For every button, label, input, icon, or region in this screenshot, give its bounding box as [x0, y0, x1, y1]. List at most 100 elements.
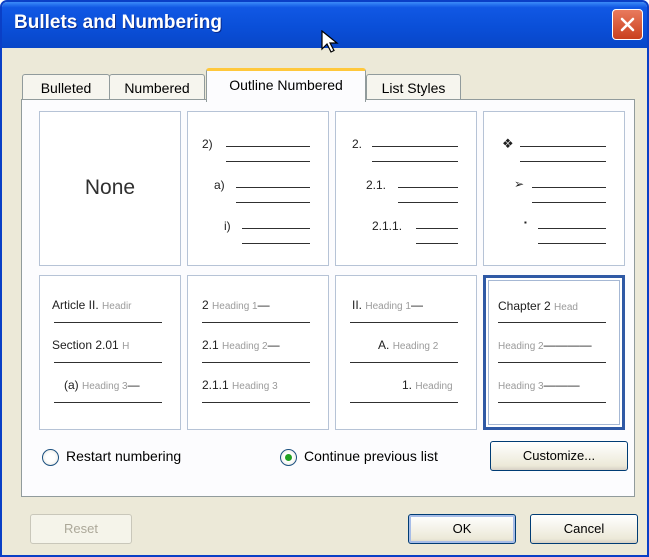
preview-line: [416, 228, 458, 229]
tab-outline-numbered[interactable]: Outline Numbered: [206, 68, 366, 102]
level1-heading: Head: [554, 302, 578, 313]
preview-line: [398, 202, 458, 203]
preview-line: [498, 402, 606, 403]
level2-number: 2.1: [202, 338, 219, 352]
outline-option-heading-decimal[interactable]: 2 Heading 1— 2.1 Heading 2— 2.1.1 Headin…: [187, 275, 329, 430]
level1-heading: Heading 1: [212, 301, 258, 312]
restart-numbering-radio[interactable]: [42, 449, 59, 466]
continue-previous-list-radio[interactable]: [280, 449, 297, 466]
level2-heading: Heading 2: [392, 341, 439, 352]
level1-label: 2.: [352, 137, 363, 151]
outline-option-roman-letter[interactable]: II. Heading 1— A. Heading 2 1. Heading: [335, 275, 477, 430]
restart-numbering-label[interactable]: Restart numbering: [66, 448, 181, 464]
preview-line: [398, 187, 458, 188]
bullets-and-numbering-dialog: Bullets and Numbering Bulleted Numbered …: [0, 0, 649, 557]
level2-label: 2.1.: [366, 178, 387, 192]
ok-button-label: OK: [452, 521, 472, 536]
level1-label: 2 Heading 1—: [202, 298, 270, 312]
outline-option-paren[interactable]: 2) a) i): [187, 111, 329, 266]
level3-heading: Heading 3: [232, 381, 278, 392]
preview-line: [226, 146, 310, 147]
level2-label: A. Heading 2: [378, 338, 438, 352]
level1-label: II. Heading 1—: [352, 298, 423, 312]
level3-label: 2.1.1 Heading 3: [202, 378, 278, 392]
level2-heading: H: [122, 341, 130, 352]
preview-line: [350, 402, 458, 403]
outline-gallery: None 2) a) i) 2. 2.1. 2.1.1. ❖ ➢ ▪ Artic…: [39, 111, 628, 431]
preview-line: [202, 322, 310, 323]
tab-numbered[interactable]: Numbered: [109, 74, 205, 101]
level2-label: Section 2.01 H: [52, 338, 129, 352]
level2-number: A.: [378, 338, 390, 352]
level3-heading: Heading 3: [82, 381, 128, 392]
preview-line: [242, 243, 310, 244]
level2-label: a): [214, 178, 225, 192]
arrow-bullet-icon: ➢: [514, 177, 525, 191]
level1-label: 2): [202, 137, 213, 151]
level3-number: 2.1.1: [202, 378, 229, 392]
preview-line: [498, 362, 606, 363]
level3-label: Heading 3———: [498, 378, 580, 392]
tab-list-styles[interactable]: List Styles: [366, 74, 461, 101]
level3-heading: Heading: [415, 381, 453, 392]
radio-selected-dot: [285, 454, 292, 461]
preview-line: [350, 322, 458, 323]
preview-line: [54, 362, 162, 363]
level2-heading: Heading 2: [498, 341, 544, 352]
cancel-button[interactable]: Cancel: [530, 514, 638, 544]
level3-label: (a) Heading 3—: [64, 378, 140, 392]
outline-option-none[interactable]: None: [39, 111, 181, 266]
level3-label: i): [224, 219, 231, 233]
level3-number: (a): [64, 378, 79, 392]
square-bullet-icon: ▪: [524, 218, 527, 227]
preview-line: [242, 228, 310, 229]
preview-line: [538, 243, 606, 244]
customize-button[interactable]: Customize...: [490, 441, 628, 471]
preview-line: [54, 322, 162, 323]
outline-option-bullets[interactable]: ❖ ➢ ▪: [483, 111, 625, 266]
level3-label: 1. Heading: [402, 378, 453, 392]
outline-numbered-panel: None 2) a) i) 2. 2.1. 2.1.1. ❖ ➢ ▪ Artic…: [21, 99, 635, 497]
level3-heading: Heading 3: [498, 381, 544, 392]
preview-line: [54, 402, 162, 403]
tab-bulleted[interactable]: Bulleted: [22, 74, 110, 101]
preview-line: [498, 322, 606, 323]
tab-bulleted-label: Bulleted: [40, 80, 92, 96]
level1-heading: Headir: [102, 301, 132, 312]
preview-line: [416, 243, 458, 244]
none-label: None: [84, 176, 136, 199]
diamond-bullet-icon: ❖: [502, 136, 514, 151]
reset-button: Reset: [30, 514, 132, 544]
continue-previous-list-label[interactable]: Continue previous list: [304, 448, 438, 464]
preview-line: [520, 161, 606, 162]
level1-label: Chapter 2 Head: [498, 299, 578, 313]
preview-line: [372, 146, 458, 147]
preview-line: [520, 146, 606, 147]
outline-option-chapter-selected[interactable]: Chapter 2 Head Heading 2———— Heading 3——…: [483, 275, 625, 430]
level1-number: 2: [202, 298, 209, 312]
preview-line: [236, 187, 310, 188]
preview-line: [350, 362, 458, 363]
preview-line: [538, 228, 606, 229]
level2-heading: Heading 2: [222, 341, 268, 352]
tab-list-styles-label: List Styles: [381, 80, 446, 96]
level1-number: Article II.: [52, 298, 99, 312]
dialog-title: Bullets and Numbering: [14, 12, 222, 33]
level1-label: Article II. Headir: [52, 298, 132, 312]
preview-line: [236, 202, 310, 203]
close-button[interactable]: [612, 9, 643, 40]
reset-button-label: Reset: [64, 521, 98, 536]
ok-button[interactable]: OK: [408, 514, 516, 544]
cancel-button-label: Cancel: [563, 521, 605, 536]
outline-option-article-section[interactable]: Article II. Headir Section 2.01 H (a) He…: [39, 275, 181, 430]
level2-label: Heading 2————: [498, 338, 592, 352]
customize-button-label: Customize...: [522, 448, 596, 463]
level3-number: 1.: [402, 378, 413, 392]
level1-number: II.: [352, 298, 363, 312]
outline-option-decimal[interactable]: 2. 2.1. 2.1.1.: [335, 111, 477, 266]
tab-numbered-label: Numbered: [124, 80, 190, 96]
preview-line: [202, 362, 310, 363]
level2-label: 2.1 Heading 2—: [202, 338, 280, 352]
tab-outline-numbered-label: Outline Numbered: [229, 77, 343, 93]
level1-heading: Heading 1: [365, 301, 411, 312]
